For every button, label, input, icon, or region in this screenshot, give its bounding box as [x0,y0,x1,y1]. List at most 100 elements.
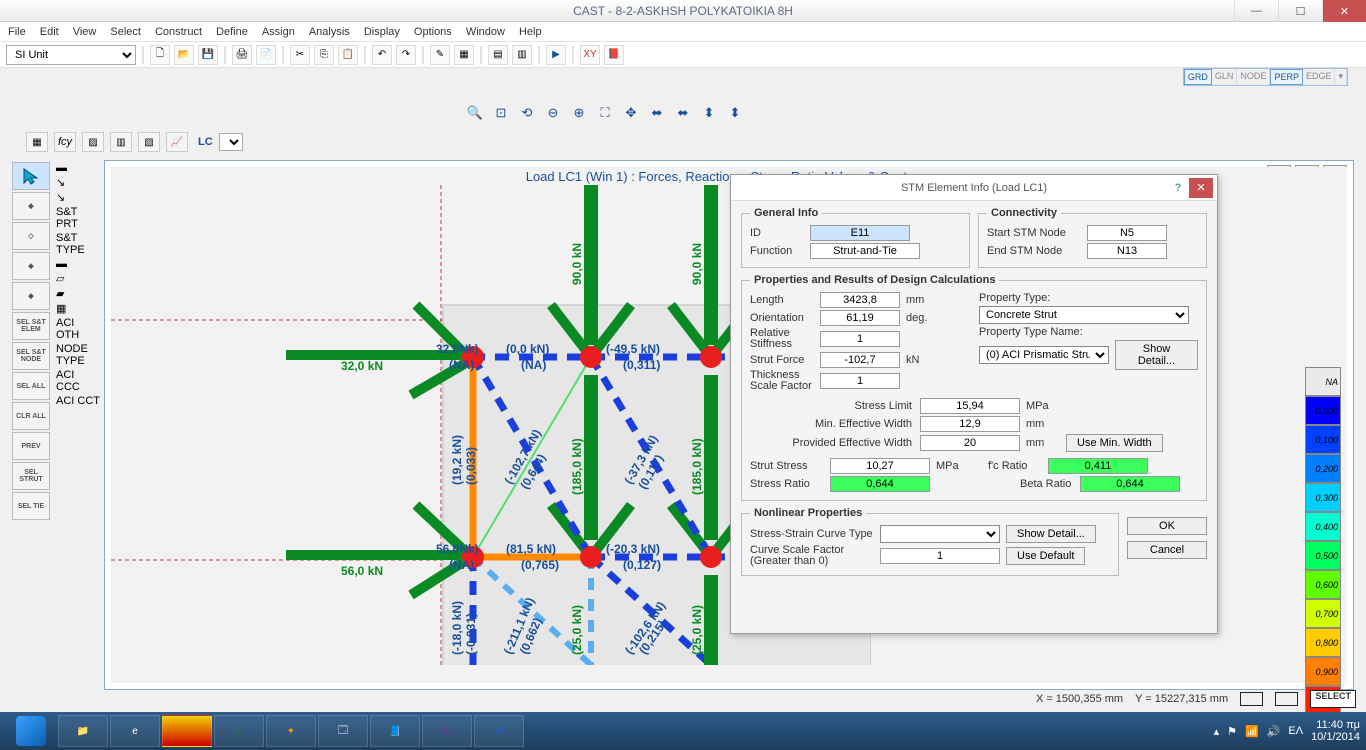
tray-up-icon[interactable]: ▴ [1214,725,1220,738]
tray-vol-icon[interactable]: 🔊 [1267,725,1281,738]
aci-ccc[interactable]: ACI CCC [56,369,100,393]
thickness-field[interactable]: 1 [820,373,900,389]
open-icon[interactable]: 📂 [174,45,194,65]
taskbar-cast[interactable] [162,715,212,747]
clr-all[interactable]: CLR ALL [12,402,50,430]
menu-display[interactable]: Display [364,26,400,38]
taskbar-explorer[interactable]: 📁 [58,715,108,747]
sel-st-elem[interactable]: SEL S&T ELEM [12,312,50,340]
menu-define[interactable]: Define [216,26,248,38]
st-type[interactable]: S&T TYPE [56,232,100,256]
nl-show-detail-button[interactable]: Show Detail... [1006,525,1096,543]
menu-analysis[interactable]: Analysis [309,26,350,38]
copy-icon[interactable]: ⎘ [314,45,334,65]
layers-icon[interactable]: ▥ [512,45,532,65]
zoom-prev-icon[interactable]: ⟲ [517,103,537,123]
pointer-tool[interactable] [12,162,50,190]
scale-factor-field[interactable]: 1 [880,548,1000,564]
tool-r0[interactable]: ▬ [56,162,100,174]
sel-st-node[interactable]: SEL S&T NODE [12,342,50,370]
tool-r2[interactable]: ↘ [56,191,100,204]
menu-select[interactable]: Select [110,26,141,38]
sel-all[interactable]: SEL ALL [12,372,50,400]
tool-f[interactable]: 📈 [166,132,188,152]
pan-right-icon[interactable]: ⬌ [673,103,693,123]
taskbar-onenote[interactable]: N [422,715,472,747]
snap-grd[interactable]: GRD [1184,69,1212,85]
menu-assign[interactable]: Assign [262,26,295,38]
snap-dropdown-icon[interactable]: ▾ [1335,69,1347,85]
tray-lang[interactable]: ΕΛ [1288,725,1303,737]
help-button[interactable]: ? [1169,182,1187,194]
tool-a[interactable]: ▦ [26,132,48,152]
xy-icon[interactable]: XY [580,45,600,65]
zoom-window-icon[interactable]: 🔍 [465,103,485,123]
taskbar-ie[interactable]: e [110,715,160,747]
draw-icon[interactable]: ✎ [430,45,450,65]
provided-width-field[interactable]: 20 [920,435,1020,451]
snap-edge[interactable]: EDGE [1303,69,1336,85]
tray-flag-icon[interactable]: ⚑ [1227,725,1237,738]
zoom-all-icon[interactable]: ⛶ [595,103,615,123]
dialog-title-bar[interactable]: STM Element Info (Load LC1) ? ✕ [731,175,1217,201]
rel-stiffness-field[interactable]: 1 [820,331,900,347]
snap-node[interactable]: NODE [1237,69,1270,85]
book-icon[interactable]: 📕 [604,45,624,65]
grid-icon[interactable]: ▤ [488,45,508,65]
redo-icon[interactable]: ↷ [396,45,416,65]
tool-r1[interactable]: ↘ [56,176,100,189]
print-icon[interactable]: 🖨 [232,45,252,65]
taskbar-word[interactable]: W [474,715,524,747]
tool-d[interactable]: ▥ [110,132,132,152]
taskbar-app3[interactable]: 🗔 [318,715,368,747]
pan-down-icon[interactable]: ⬍ [725,103,745,123]
menu-help[interactable]: Help [519,26,542,38]
aci-cct[interactable]: ACI CCT [56,395,100,407]
cut-icon[interactable]: ✂ [290,45,310,65]
new-icon[interactable]: 🗋 [150,45,170,65]
tool-r6[interactable]: ▱ [56,272,100,285]
tool-t2[interactable]: ◇ [12,222,50,250]
st-prt[interactable]: S&T PRT [56,206,100,230]
unit-selector[interactable]: SI Unit [6,45,136,65]
id-field[interactable]: E11 [810,225,910,241]
property-type-select[interactable]: Concrete Strut [979,306,1189,324]
save-icon[interactable]: 💾 [198,45,218,65]
zoom-out-icon[interactable]: ⊖ [543,103,563,123]
taskbar-excel[interactable]: X [214,715,264,747]
snap-perp[interactable]: PERP [1270,69,1303,85]
menu-view[interactable]: View [73,26,97,38]
lc-selector[interactable] [219,133,243,151]
run-icon[interactable]: ▶ [546,45,566,65]
sel-strut[interactable]: SEL STRUT [12,462,50,490]
sel-tie[interactable]: SEL TIE [12,492,50,520]
tool-b[interactable]: fcy [54,132,76,152]
tool-t3[interactable]: ◆ [12,252,50,280]
undo-icon[interactable]: ↶ [372,45,392,65]
node-type[interactable]: NODE TYPE [56,343,100,367]
zoom-in-icon[interactable]: ⊕ [569,103,589,123]
print-preview-icon[interactable]: 📄 [256,45,276,65]
ok-button[interactable]: OK [1127,517,1207,535]
prev[interactable]: PREV [12,432,50,460]
property-name-select[interactable]: (0) ACI Prismatic Struts [979,346,1109,364]
menu-edit[interactable]: Edit [40,26,59,38]
menu-file[interactable]: File [8,26,26,38]
region-icon[interactable]: ▦ [454,45,474,65]
use-min-width-button[interactable]: Use Min. Width [1066,434,1163,452]
paste-icon[interactable]: 📋 [338,45,358,65]
tool-r7[interactable]: ▰ [56,287,100,300]
pan-icon[interactable]: ✥ [621,103,641,123]
curve-type-select[interactable] [880,525,1000,543]
taskbar-app2[interactable]: ✦ [266,715,316,747]
show-detail-button[interactable]: Show Detail... [1115,340,1198,370]
tool-r8[interactable]: ▦ [56,302,100,315]
maximize-button[interactable]: ☐ [1278,0,1322,22]
tool-r5[interactable]: ▬ [56,258,100,270]
tool-t1[interactable]: ◆ [12,192,50,220]
minimize-button[interactable]: — [1234,0,1278,22]
tray-net-icon[interactable]: 📶 [1245,725,1259,738]
menu-options[interactable]: Options [414,26,452,38]
dialog-close-button[interactable]: ✕ [1189,178,1213,198]
tool-t4[interactable]: ◆ [12,282,50,310]
